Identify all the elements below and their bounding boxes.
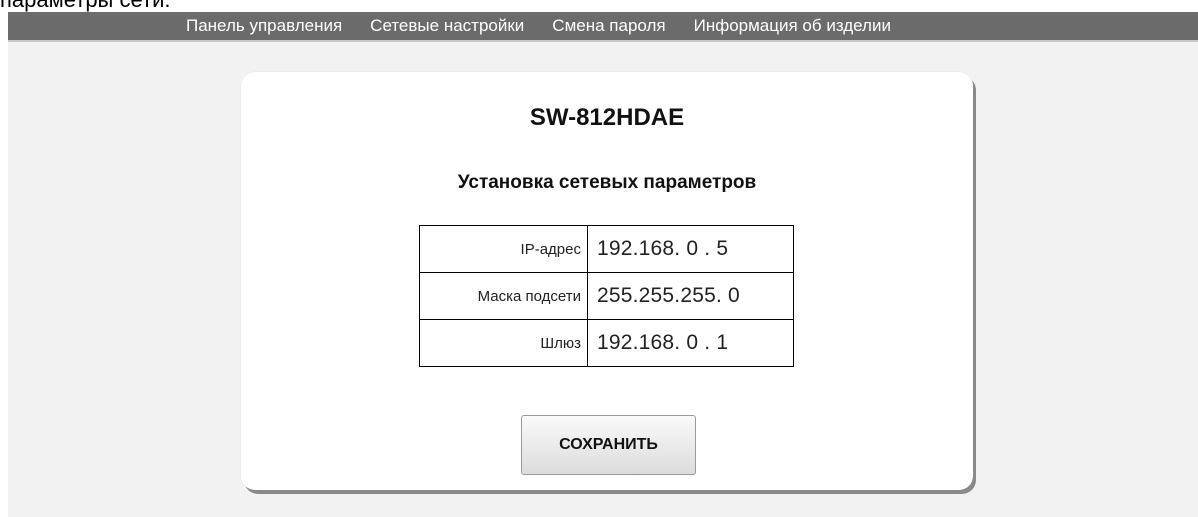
network-parameters-table: IP-адрес 192.168. 0 . 5 Маска подсети 25…: [419, 225, 794, 367]
subnet-mask-label: Маска подсети: [419, 272, 588, 320]
nav-link-network-settings[interactable]: Сетевые настройки: [370, 12, 524, 40]
section-title: Установка сетевых параметров: [457, 172, 757, 193]
gateway-label: Шлюз: [419, 319, 588, 367]
ip-address-label: IP-адрес: [419, 225, 588, 273]
nav-link-control-panel[interactable]: Панель управления: [186, 12, 342, 40]
device-model-title: SW-812HDAE: [529, 104, 685, 131]
gateway-field[interactable]: 192.168. 0 . 1: [587, 319, 794, 367]
table-row-ip: IP-адрес 192.168. 0 . 5: [419, 225, 794, 273]
cut-off-instruction-text: параметры сети.: [0, 0, 170, 12]
top-navigation-bar: Панель управления Сетевые настройки Смен…: [8, 12, 1198, 40]
subnet-mask-field[interactable]: 255.255.255. 0: [587, 272, 794, 320]
page-content-area: SW-812HDAE Установка сетевых параметров …: [8, 40, 1198, 517]
ip-address-field[interactable]: 192.168. 0 . 5: [587, 225, 794, 273]
nav-link-change-password[interactable]: Смена пароля: [552, 12, 665, 40]
nav-link-device-info[interactable]: Информация об изделии: [694, 12, 891, 40]
table-row-mask: Маска подсети 255.255.255. 0: [419, 272, 794, 320]
save-button[interactable]: СОХРАНИТЬ: [521, 415, 696, 475]
table-row-gateway: Шлюз 192.168. 0 . 1: [419, 319, 794, 367]
network-settings-panel: SW-812HDAE Установка сетевых параметров …: [241, 72, 973, 490]
